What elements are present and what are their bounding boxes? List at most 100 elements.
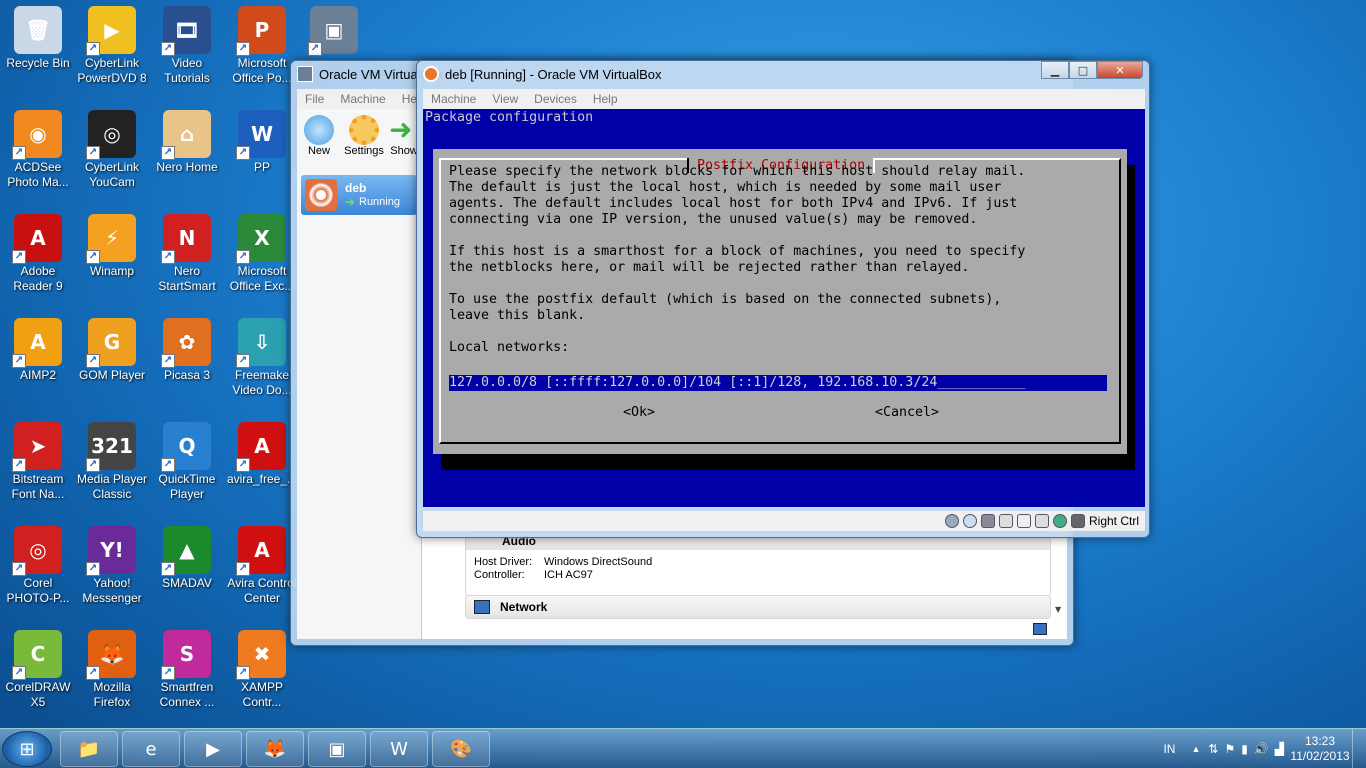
app-icon: G ↗ xyxy=(86,318,136,368)
system-tray: IN ▲ ⇅ ⚑ ▮ 🔊 ▟ 13:23 11/02/2013 xyxy=(1163,729,1366,768)
desktop-icon[interactable]: 321 ↗ Media Player Classic xyxy=(74,416,150,512)
optical-drive-icon[interactable] xyxy=(962,514,977,528)
taskbar-explorer-button[interactable]: 📁 xyxy=(60,731,118,767)
settings-gear-icon xyxy=(349,115,379,145)
start-button[interactable]: ⊞ xyxy=(2,731,52,767)
desktop-icon[interactable]: ▲ ↗ SMADAV xyxy=(149,520,225,616)
clock[interactable]: 13:23 11/02/2013 xyxy=(1288,734,1352,764)
vm-menu-view[interactable]: View xyxy=(484,92,526,106)
shortcut-arrow-icon: ↗ xyxy=(86,146,100,160)
ok-button[interactable]: <Ok> xyxy=(623,405,655,421)
battery-icon[interactable]: ▮ xyxy=(1241,742,1248,756)
desktop-icon-label: Yahoo! Messenger xyxy=(82,576,142,605)
desktop-icon[interactable]: ◎ ↗ Corel PHOTO-P... xyxy=(0,520,76,616)
desktop-icon[interactable]: S ↗ Smartfren Connex ... xyxy=(149,624,225,720)
running-arrow-icon: ➜ xyxy=(345,195,356,209)
app-icon: S ↗ xyxy=(161,630,211,680)
new-button[interactable]: New xyxy=(297,109,341,169)
taskbar-media-button[interactable]: ▶ xyxy=(184,731,242,767)
desktop-icon-label: Video Tutorials xyxy=(164,56,210,85)
close-button[interactable]: ✕ xyxy=(1097,61,1143,79)
app-icon: Y! ↗ xyxy=(86,526,136,576)
usb-icon[interactable] xyxy=(980,514,995,528)
desktop-icon[interactable]: Q ↗ QuickTime Player xyxy=(149,416,225,512)
details-network-section[interactable]: Network xyxy=(465,595,1051,619)
minimize-button[interactable]: ▁ xyxy=(1041,61,1069,79)
app-icon: Q ↗ xyxy=(161,422,211,472)
desktop-icon[interactable]: N ↗ Nero StartSmart xyxy=(149,208,225,304)
desktop-icon[interactable]: ⇩ ↗ Freemake Video Do... xyxy=(224,312,300,408)
desktop-icon[interactable]: W ↗ PP xyxy=(224,104,300,200)
desktop-icon[interactable]: A ↗ AIMP2 xyxy=(0,312,76,408)
postfix-dialog[interactable]: Postfix Configuration Please specify the… xyxy=(433,149,1127,454)
manager-menu-file[interactable]: File xyxy=(297,92,332,106)
taskbar-virtualbox-button[interactable]: ▣ xyxy=(308,731,366,767)
show-label: Show xyxy=(390,145,418,157)
desktop-icon-label: CorelDRAW X5 xyxy=(5,680,71,709)
manager-menu-machine[interactable]: Machine xyxy=(332,92,393,106)
desktop-icon[interactable]: ✖ ↗ XAMPP Contr... xyxy=(224,624,300,720)
desktop-icon[interactable]: ◎ ↗ CyberLink YouCam xyxy=(74,104,150,200)
volume-icon[interactable]: 🔊 xyxy=(1254,742,1269,756)
desktop-icon[interactable]: A ↗ Avira Control Center xyxy=(224,520,300,616)
desktop-icon-label: QuickTime Player xyxy=(158,472,216,501)
desktop-icon[interactable]: A ↗ Adobe Reader 9 xyxy=(0,208,76,304)
desktop-icon-label: Winamp xyxy=(89,264,134,278)
settings-button[interactable]: Settings xyxy=(341,109,387,169)
vm-menu-machine[interactable]: Machine xyxy=(423,92,484,106)
desktop-icon[interactable]: 🦊 ↗ Mozilla Firefox xyxy=(74,624,150,720)
show-desktop-button[interactable] xyxy=(1352,729,1366,768)
desktop-icon[interactable]: ⚡ ↗ Winamp xyxy=(74,208,150,304)
desktop-icon[interactable]: 🗑 Recycle Bin xyxy=(0,0,76,96)
shared-folder-icon[interactable] xyxy=(998,514,1013,528)
desktop-icon[interactable]: ◉ ↗ ACDSee Photo Ma... xyxy=(0,104,76,200)
virtualbox-icon: ▣ xyxy=(328,738,346,760)
desktop-icon[interactable]: ⌂ ↗ Nero Home xyxy=(149,104,225,200)
show-hidden-icons-icon[interactable]: ▲ xyxy=(1191,744,1200,754)
hard-disk-icon[interactable] xyxy=(944,514,959,528)
desktop-icon-label: CyberLink YouCam xyxy=(84,160,140,189)
display-icon[interactable] xyxy=(1034,514,1049,528)
taskbar-firefox-button[interactable]: 🦊 xyxy=(246,731,304,767)
new-label: New xyxy=(307,145,330,157)
desktop-icon[interactable]: C ↗ CorelDRAW X5 xyxy=(0,624,76,720)
video-capture-icon[interactable] xyxy=(1016,514,1031,528)
desktop-icon[interactable]: A ↗ avira_free_... xyxy=(224,416,300,512)
desktop-icon[interactable]: P ↗ Microsoft Office Po... xyxy=(224,0,300,96)
local-networks-input[interactable]: 127.0.0.0/8 [::ffff:127.0.0.0]/104 [::1]… xyxy=(449,375,1107,391)
desktop-icon[interactable]: Y! ↗ Yahoo! Messenger xyxy=(74,520,150,616)
desktop-icon[interactable]: ➤ ↗ Bitstream Font Na... xyxy=(0,416,76,512)
signal-icon[interactable]: ▟ xyxy=(1275,742,1284,756)
maximize-button[interactable]: □ xyxy=(1069,61,1097,79)
taskbar-word-button[interactable]: W xyxy=(370,731,428,767)
mouse-integration-icon[interactable] xyxy=(1070,514,1085,528)
cancel-button[interactable]: <Cancel> xyxy=(875,405,939,421)
vm-list-item-deb[interactable]: deb ➜ Running xyxy=(301,175,417,215)
console-header: Package configuration xyxy=(425,110,594,125)
language-indicator[interactable]: IN xyxy=(1163,742,1175,756)
app-icon: ➤ ↗ xyxy=(12,422,62,472)
desktop-icon[interactable]: 🎞 ↗ Video Tutorials xyxy=(149,0,225,96)
desktop-icon[interactable]: G ↗ GOM Player xyxy=(74,312,150,408)
resize-grip-icon[interactable] xyxy=(1033,623,1047,635)
desktop-icon-label: XAMPP Contr... xyxy=(240,680,283,709)
firefox-icon: 🦊 xyxy=(263,738,287,760)
action-center-icon[interactable]: ⚑ xyxy=(1224,742,1235,756)
vm-menu-help[interactable]: Help xyxy=(585,92,626,106)
app-icon: N ↗ xyxy=(161,214,211,264)
network-tray-icon[interactable]: ⇅ xyxy=(1208,742,1218,756)
taskbar-ie-button[interactable]: e xyxy=(122,731,180,767)
shortcut-arrow-icon: ↗ xyxy=(12,666,26,680)
vm-titlebar[interactable]: deb [Running] - Oracle VM VirtualBox xyxy=(417,61,1149,87)
desktop-icon[interactable]: X ↗ Microsoft Office Exc... xyxy=(224,208,300,304)
desktop-icon[interactable]: ✿ ↗ Picasa 3 xyxy=(149,312,225,408)
media-icon: ▶ xyxy=(206,738,220,760)
vm-window[interactable]: deb [Running] - Oracle VM VirtualBox ▁ □… xyxy=(416,60,1150,538)
desktop-icon-label: Mozilla Firefox xyxy=(93,680,131,709)
taskbar-paint-button[interactable]: 🎨 xyxy=(432,731,490,767)
scroll-down-arrow-icon[interactable]: ▼ xyxy=(1055,605,1061,614)
vm-console-screen[interactable]: Package configuration Postfix Configurat… xyxy=(423,109,1145,507)
desktop-icon[interactable]: ▶ ↗ CyberLink PowerDVD 8 xyxy=(74,0,150,96)
vm-menu-devices[interactable]: Devices xyxy=(526,92,585,106)
network-activity-icon[interactable] xyxy=(1052,514,1067,528)
